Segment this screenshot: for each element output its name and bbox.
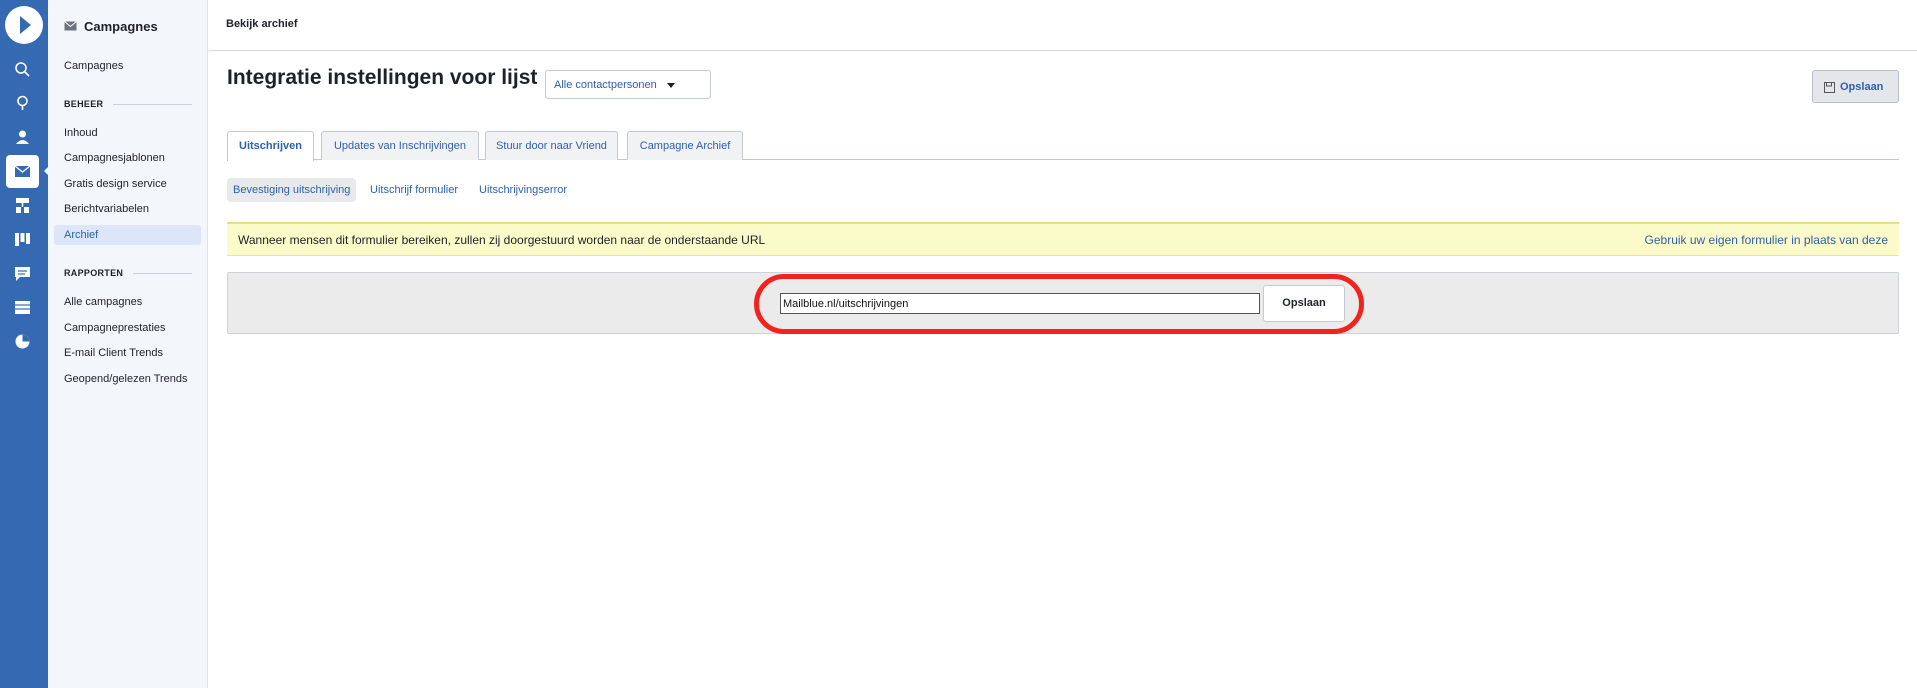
sidebar-item-geopend-trends[interactable]: Geopend/gelezen Trends xyxy=(64,369,188,389)
divider xyxy=(133,272,192,274)
tab-stuur-door-naar-vriend[interactable]: Stuur door naar Vriend xyxy=(485,131,618,160)
subtab-bevestiging-uitschrijving[interactable]: Bevestiging uitschrijving xyxy=(227,178,357,202)
sidebar-title: Campagnes xyxy=(84,18,158,34)
save-button-top-label: Opslaan xyxy=(1840,81,1884,93)
sidebar-header: Campagnes xyxy=(64,16,158,36)
contacts-icon[interactable] xyxy=(6,121,39,154)
caret-down-icon xyxy=(667,83,675,88)
tab-campagne-archief[interactable]: Campagne Archief xyxy=(627,131,743,160)
sidebar-item-email-client-trends[interactable]: E-mail Client Trends xyxy=(64,343,163,363)
subtab-uitschrijf-formulier[interactable]: Uitschrijf formulier xyxy=(370,178,458,202)
sidebar-item-alle-campagnes[interactable]: Alle campagnes xyxy=(64,292,142,312)
list-select[interactable]: Alle contactpersonen xyxy=(545,70,711,99)
subtab-uitschrijvingserror[interactable]: Uitschrijvingserror xyxy=(479,178,567,202)
sidebar-item-archief[interactable]: Archief xyxy=(64,225,98,245)
save-button-top[interactable]: Opslaan xyxy=(1812,70,1899,103)
campaigns-icon[interactable] xyxy=(6,155,39,188)
list-select-value: Alle contactpersonen xyxy=(554,79,657,91)
tab-uitschrijven[interactable]: Uitschrijven xyxy=(227,131,314,161)
lightbulb-icon[interactable] xyxy=(6,87,39,120)
envelope-icon xyxy=(64,21,77,31)
conversations-icon[interactable] xyxy=(6,257,39,290)
sidebar-item-campagnesjablonen[interactable]: Campagnesjablonen xyxy=(64,148,165,168)
section-rapporten: RAPPORTEN xyxy=(64,266,192,280)
divider xyxy=(113,103,192,105)
section-beheer: BEHEER xyxy=(64,97,192,111)
top-bar: Bekijk archief xyxy=(209,0,1917,51)
save-icon xyxy=(1824,82,1835,93)
icon-rail xyxy=(0,0,48,688)
section-beheer-label: BEHEER xyxy=(64,99,104,109)
search-icon[interactable] xyxy=(6,53,39,86)
breadcrumb: Bekijk archief xyxy=(226,18,298,30)
sidebar-item-campagneprestaties[interactable]: Campagneprestaties xyxy=(64,318,166,338)
reports-icon[interactable] xyxy=(6,325,39,358)
highlight-annotation xyxy=(754,274,1364,334)
info-banner: Wanneer mensen dit formulier bereiken, z… xyxy=(227,222,1899,256)
logo-icon[interactable] xyxy=(5,6,43,44)
automations-icon[interactable] xyxy=(6,189,39,222)
deals-icon[interactable] xyxy=(6,223,39,256)
sidebar-item-berichtvariabelen[interactable]: Berichtvariabelen xyxy=(64,199,149,219)
sidebar-item-campagnes[interactable]: Campagnes xyxy=(64,56,123,76)
page-title: Integratie instellingen voor lijst xyxy=(227,66,538,89)
sidebar-item-inhoud[interactable]: Inhoud xyxy=(64,123,98,143)
banner-text: Wanneer mensen dit formulier bereiken, z… xyxy=(238,233,766,247)
site-icon[interactable] xyxy=(6,291,39,324)
sidebar-item-gratis-design-service[interactable]: Gratis design service xyxy=(64,174,167,194)
campaigns-sidebar: Campagnes Campagnes BEHEER Inhoud Campag… xyxy=(48,0,208,688)
tab-updates-van-inschrijvingen[interactable]: Updates van Inschrijvingen xyxy=(321,131,479,160)
use-own-form-link[interactable]: Gebruik uw eigen formulier in plaats van… xyxy=(1645,233,1888,247)
section-rapporten-label: RAPPORTEN xyxy=(64,268,124,278)
